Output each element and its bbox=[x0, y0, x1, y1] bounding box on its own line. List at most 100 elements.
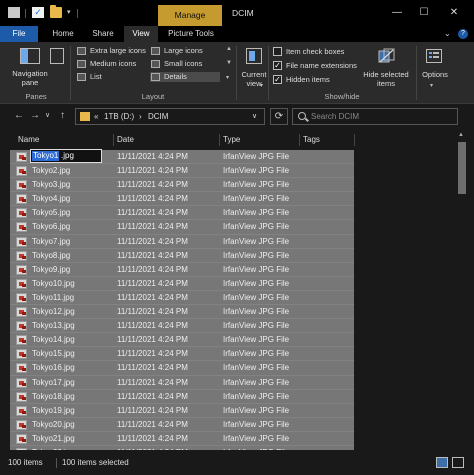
table-row[interactable]: Tokyo20.jpg 11/11/2021 4:24 PM IrfanView J… bbox=[10, 417, 354, 432]
preview-pane-icon[interactable] bbox=[50, 48, 64, 64]
file-name[interactable]: Tokyo10.jpg bbox=[32, 278, 75, 290]
file-name[interactable]: Tokyo17.jpg bbox=[32, 377, 75, 389]
up-arrow-icon[interactable]: ↑ bbox=[60, 109, 65, 123]
recent-locations-chevron-icon[interactable]: ∨ bbox=[45, 109, 50, 123]
file-name[interactable]: Tokyo12.jpg bbox=[32, 306, 75, 318]
table-row[interactable]: Tokyo17.jpg 11/11/2021 4:24 PM IrfanView J… bbox=[10, 375, 354, 390]
navigation-pane-button[interactable]: Navigation pane bbox=[4, 69, 56, 87]
file-name[interactable]: Tokyo20.jpg bbox=[32, 419, 75, 431]
file-name[interactable]: Tokyo6.jpg bbox=[32, 221, 70, 233]
maximize-button[interactable]: ☐ bbox=[411, 4, 437, 22]
file-name[interactable]: Tokyo22.jpg bbox=[32, 447, 75, 450]
file-name[interactable]: Tokyo15.jpg bbox=[32, 348, 75, 360]
navigation-pane-icon[interactable] bbox=[20, 48, 40, 64]
table-row[interactable]: Tokyo19.jpg 11/11/2021 4:24 PM IrfanView J… bbox=[10, 403, 354, 418]
table-row[interactable]: Tokyo4.jpg 11/11/2021 4:24 PM IrfanView JP… bbox=[10, 192, 354, 207]
large-icons-view-toggle-icon[interactable] bbox=[452, 457, 464, 468]
file-name[interactable]: Tokyo5.jpg bbox=[32, 207, 70, 219]
file-name[interactable]: Tokyo19.jpg bbox=[32, 405, 75, 417]
file-name[interactable]: Tokyo9.jpg bbox=[32, 264, 70, 276]
file-name[interactable]: Tokyo21.jpg bbox=[32, 433, 75, 445]
column-header-name[interactable]: Name bbox=[18, 132, 114, 148]
tab-manage[interactable]: Manage bbox=[158, 5, 222, 26]
tab-picture-tools[interactable]: Picture Tools bbox=[160, 26, 222, 42]
new-folder-icon[interactable] bbox=[50, 5, 62, 18]
options-chevron-icon[interactable]: ▾ bbox=[430, 82, 433, 89]
refresh-button[interactable]: ⟳ bbox=[270, 108, 288, 125]
properties-icon[interactable]: ✓ bbox=[32, 7, 44, 18]
tab-view[interactable]: View bbox=[124, 26, 158, 42]
column-divider[interactable] bbox=[219, 134, 220, 146]
scroll-up-arrow-icon[interactable]: ▲ bbox=[458, 132, 464, 138]
column-header-type[interactable]: Type bbox=[223, 132, 299, 148]
vertical-scrollbar[interactable]: ▲ bbox=[456, 132, 468, 450]
minimize-button[interactable]: — bbox=[384, 4, 410, 22]
table-row[interactable]: Tokyo3.jpg 11/11/2021 4:24 PM IrfanView JP… bbox=[10, 178, 354, 193]
collapse-ribbon-chevron-icon[interactable]: ⌄ bbox=[444, 29, 451, 38]
breadcrumb-separator-icon[interactable]: › bbox=[139, 111, 142, 122]
file-name[interactable]: Tokyo16.jpg bbox=[32, 362, 75, 374]
column-header-tags[interactable]: Tags bbox=[303, 132, 353, 148]
layout-scroll-down-icon[interactable]: ▼ bbox=[226, 60, 232, 66]
column-divider[interactable] bbox=[354, 134, 355, 146]
layout-medium-icons[interactable]: Medium icons bbox=[76, 59, 146, 69]
help-icon[interactable]: ? bbox=[458, 29, 468, 39]
file-name[interactable]: Tokyo11.jpg bbox=[32, 292, 74, 304]
hidden-items-toggle[interactable]: ✓ Hidden items bbox=[273, 74, 359, 85]
hide-selected-button[interactable]: Hide selected items bbox=[358, 70, 414, 88]
layout-small-icons[interactable]: Small icons bbox=[150, 59, 224, 69]
table-row[interactable]: Tokyo21.jpg 11/11/2021 4:24 PM IrfanView J… bbox=[10, 431, 354, 446]
item-check-boxes-toggle[interactable]: Item check boxes bbox=[273, 46, 359, 57]
table-row[interactable]: Tokyo18.jpg 11/11/2021 4:24 PM IrfanView J… bbox=[10, 389, 354, 404]
table-row[interactable]: Tokyo12.jpg 11/11/2021 4:24 PM IrfanView J… bbox=[10, 305, 354, 320]
table-row[interactable]: Tokyo22.jpg 11/11/2021 4:24 PM IrfanView J… bbox=[10, 445, 354, 450]
hide-selected-icon[interactable] bbox=[378, 48, 396, 64]
table-row[interactable]: Tokyo5.jpg 11/11/2021 4:24 PM IrfanView JP… bbox=[10, 206, 354, 221]
table-row[interactable]: Tokyo11.jpg 11/11/2021 4:24 PM IrfanView J… bbox=[10, 290, 354, 306]
layout-expand-icon[interactable]: ▾ bbox=[226, 74, 229, 81]
table-row[interactable]: Tokyo16.jpg 11/11/2021 4:24 PM IrfanView J… bbox=[10, 361, 354, 376]
file-name-extensions-toggle[interactable]: ✓ File name extensions bbox=[273, 60, 363, 71]
layout-large-icons[interactable]: Large icons bbox=[150, 46, 224, 56]
scrollbar-thumb[interactable] bbox=[458, 142, 466, 194]
current-view-chevron-icon[interactable]: ▾ bbox=[260, 82, 263, 89]
column-divider[interactable] bbox=[299, 134, 300, 146]
table-row[interactable]: Tokyo10.jpg 11/11/2021 4:24 PM IrfanView J… bbox=[10, 276, 354, 291]
details-view-toggle-icon[interactable] bbox=[436, 457, 448, 468]
forward-arrow-icon[interactable]: → bbox=[30, 109, 40, 123]
table-row[interactable]: Tokyo6.jpg 11/11/2021 4:24 PM IrfanView JP… bbox=[10, 220, 354, 235]
table-row[interactable]: Tokyo15.jpg 11/11/2021 4:24 PM IrfanView J… bbox=[10, 347, 354, 362]
breadcrumb-folder[interactable]: DCIM bbox=[148, 111, 168, 122]
column-divider[interactable] bbox=[113, 134, 114, 146]
tab-share[interactable]: Share bbox=[84, 26, 122, 42]
address-dropdown-chevron-icon[interactable]: ∨ bbox=[252, 111, 257, 122]
file-name[interactable]: Tokyo7.jpg bbox=[32, 236, 70, 248]
table-row[interactable]: Tokyo9.jpg 11/11/2021 4:24 PM IrfanView JP… bbox=[10, 262, 354, 277]
current-view-icon[interactable] bbox=[246, 48, 262, 64]
search-input[interactable]: Search DCIM bbox=[292, 108, 458, 125]
layout-scroll-up-icon[interactable]: ▲ bbox=[226, 46, 232, 52]
close-button[interactable]: ✕ bbox=[441, 4, 467, 22]
item-check-boxes-checkbox[interactable] bbox=[273, 47, 282, 56]
file-name[interactable]: Tokyo3.jpg bbox=[32, 179, 70, 191]
rename-input[interactable]: Tokyo1 .jpg bbox=[30, 149, 102, 163]
explorer-app-icon[interactable] bbox=[8, 7, 20, 18]
options-icon[interactable] bbox=[426, 49, 442, 63]
file-name[interactable]: Tokyo8.jpg bbox=[32, 250, 70, 262]
file-name[interactable]: Tokyo2.jpg bbox=[32, 165, 70, 177]
table-row[interactable]: Tokyo1 .jpg 11/11/2021 4:24 PM IrfanView JP… bbox=[10, 149, 354, 165]
breadcrumb-overflow[interactable]: « bbox=[94, 111, 98, 122]
current-view-button[interactable]: Current view bbox=[236, 70, 272, 88]
table-row[interactable]: Tokyo14.jpg 11/11/2021 4:24 PM IrfanView J… bbox=[10, 333, 354, 348]
layout-list[interactable]: List bbox=[76, 72, 146, 82]
breadcrumb-drive[interactable]: 1TB (D:) bbox=[104, 111, 134, 122]
hidden-items-checkbox[interactable]: ✓ bbox=[273, 75, 282, 84]
tab-file[interactable]: File bbox=[0, 26, 38, 42]
customize-toolbar-chevron-icon[interactable]: ▾ bbox=[67, 8, 71, 16]
tab-home[interactable]: Home bbox=[44, 26, 82, 42]
layout-extra-large-icons[interactable]: Extra large icons bbox=[76, 46, 146, 56]
file-name[interactable]: Tokyo13.jpg bbox=[32, 320, 75, 332]
column-header-date[interactable]: Date bbox=[117, 132, 217, 148]
address-bar[interactable]: « 1TB (D:) › DCIM ∨ bbox=[75, 108, 265, 125]
file-name-extensions-checkbox[interactable]: ✓ bbox=[273, 61, 282, 70]
